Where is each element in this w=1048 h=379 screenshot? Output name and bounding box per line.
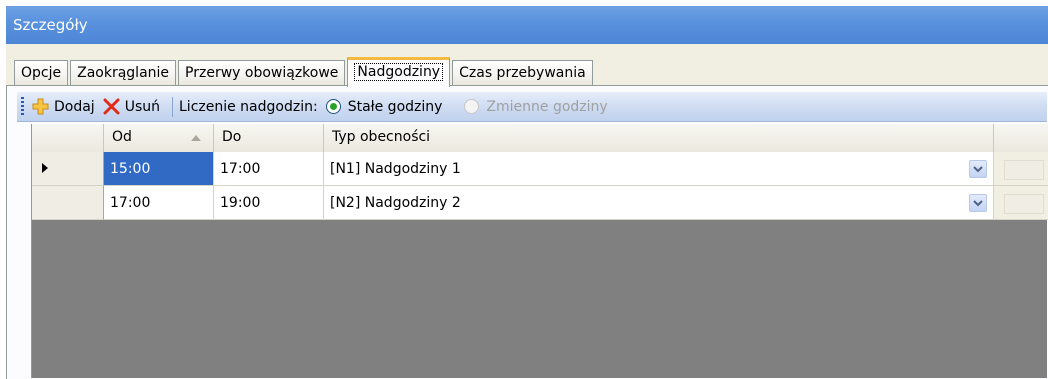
toolbar: Dodaj Usuń Liczenie nadgodzin: Stałe god… — [17, 92, 1047, 122]
table-row[interactable]: 17:00 19:00 [N2] Nadgodziny 2 — [32, 186, 1048, 220]
table-row[interactable]: 15:00 17:00 [N1] Nadgodziny 1 — [32, 152, 1048, 186]
delete-button-label: Usuń — [124, 98, 160, 115]
dropdown-chevron-icon[interactable] — [969, 194, 987, 212]
column-header-from[interactable]: Od — [104, 124, 214, 152]
red-x-icon — [103, 98, 120, 115]
tab-opcje[interactable]: Opcje — [14, 60, 69, 86]
column-header-attendance-type[interactable]: Typ obecności — [324, 124, 994, 152]
row-selector[interactable] — [32, 186, 104, 220]
toolbar-grip[interactable] — [21, 96, 24, 117]
column-header-to-label: Do — [222, 129, 242, 145]
tab-label: Czas przebywania — [459, 65, 586, 81]
grid-header: Od Do Typ obecności — [32, 124, 1048, 152]
tab-label: Zaokrąglanie — [77, 65, 170, 81]
cell-attendance-type[interactable]: [N2] Nadgodziny 2 — [324, 186, 994, 220]
column-header-from-label: Od — [112, 129, 132, 145]
cell-from[interactable]: 15:00 — [104, 152, 214, 186]
column-header-attendance-type-label: Typ obecności — [332, 129, 431, 145]
panel-title-text: Szczegóły — [13, 16, 88, 34]
tab-label: Przerwy obowiązkowe — [185, 65, 339, 81]
add-button-label: Dodaj — [54, 98, 95, 115]
overtime-grid: Od Do Typ obecności 15:00 17:00 [N1] Nad… — [31, 124, 1048, 378]
tab-czas-przebywania[interactable]: Czas przebywania — [452, 60, 593, 86]
delete-button[interactable]: Usuń — [101, 98, 166, 115]
tab-nadgodziny[interactable]: Nadgodziny — [347, 57, 451, 87]
tab-label: Opcje — [21, 65, 62, 81]
radio-checked-icon — [325, 99, 341, 114]
row-selector[interactable] — [32, 152, 104, 186]
cell-extra — [994, 186, 1048, 220]
dropdown-chevron-icon[interactable] — [969, 160, 987, 178]
tab-label: Nadgodziny — [354, 63, 444, 81]
toolbar-separator — [172, 96, 173, 117]
panel-title: Szczegóły — [6, 6, 1048, 44]
fixed-hours-label: Stałe godziny — [347, 98, 443, 115]
plus-icon — [32, 98, 49, 115]
cell-attendance-type-value: [N2] Nadgodziny 2 — [330, 195, 461, 211]
add-button[interactable]: Dodaj — [30, 98, 101, 115]
tab-zaokraglanie[interactable]: Zaokrąglanie — [70, 60, 177, 86]
tab-przerwy-obowiazkowe[interactable]: Przerwy obowiązkowe — [178, 60, 346, 86]
cell-extra — [994, 152, 1048, 186]
cell-from[interactable]: 17:00 — [104, 186, 214, 220]
cell-attendance-type[interactable]: [N1] Nadgodziny 1 — [324, 152, 994, 186]
cell-to[interactable]: 19:00 — [214, 186, 324, 220]
overtime-counting-label: Liczenie nadgodzin: — [179, 98, 318, 115]
details-panel: Opcje Zaokrąglanie Przerwy obowiązkowe N… — [6, 44, 1048, 379]
sort-ascending-icon — [191, 135, 201, 141]
cell-attendance-type-value: [N1] Nadgodziny 1 — [330, 161, 461, 177]
cell-to[interactable]: 17:00 — [214, 152, 324, 186]
variable-hours-label: Zmienne godziny — [486, 98, 608, 115]
fixed-hours-radio[interactable]: Stałe godziny — [325, 98, 443, 115]
row-header-corner — [32, 124, 104, 152]
column-header-extra — [994, 124, 1048, 152]
tab-strip: Opcje Zaokrąglanie Przerwy obowiązkowe N… — [14, 56, 595, 87]
variable-hours-radio[interactable]: Zmienne godziny — [464, 98, 608, 115]
column-header-to[interactable]: Do — [214, 124, 324, 152]
current-row-arrow-icon — [42, 163, 48, 173]
radio-unchecked-icon — [464, 99, 480, 114]
tab-content: Dodaj Usuń Liczenie nadgodzin: Stałe god… — [6, 85, 1048, 379]
